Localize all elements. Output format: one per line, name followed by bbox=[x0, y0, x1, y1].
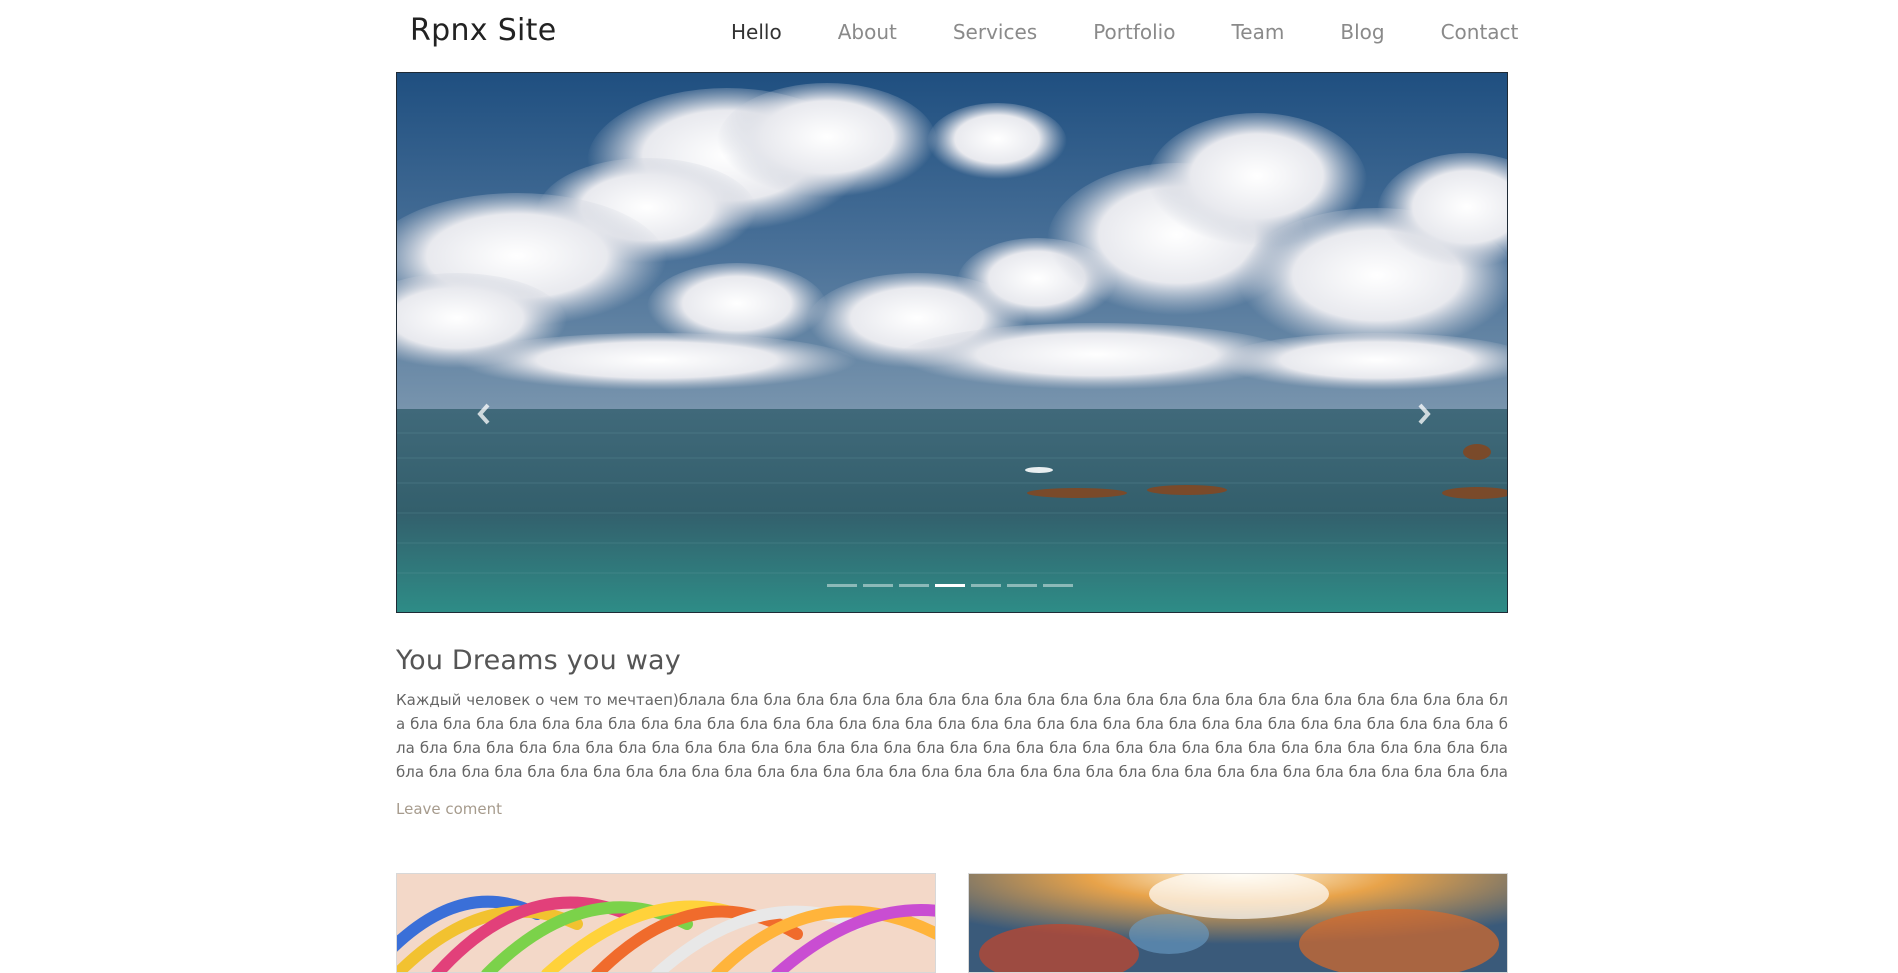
chevron-right-icon bbox=[1418, 403, 1431, 425]
carousel-indicator[interactable] bbox=[863, 584, 893, 587]
nav-item-team[interactable]: Team bbox=[1202, 0, 1311, 44]
carousel-indicator[interactable] bbox=[1043, 584, 1073, 587]
post: You Dreams you way Каждый человек о чем … bbox=[396, 613, 1508, 818]
page-container: Rpnx Site Hello About Services Portfolio Tea… bbox=[396, 0, 1518, 973]
carousel-indicator[interactable] bbox=[899, 584, 929, 587]
hero-carousel bbox=[396, 72, 1508, 613]
nav-item-services[interactable]: Services bbox=[924, 0, 1064, 44]
colorful-swirl-image bbox=[397, 874, 935, 972]
leave-comment-link[interactable]: Leave coment bbox=[396, 800, 502, 818]
nav-item-about[interactable]: About bbox=[809, 0, 924, 44]
nav-item-blog[interactable]: Blog bbox=[1311, 0, 1411, 44]
carousel-indicator[interactable] bbox=[971, 584, 1001, 587]
nav-item-portfolio[interactable]: Portfolio bbox=[1064, 0, 1202, 44]
carousel-prev-button[interactable] bbox=[473, 399, 493, 429]
post-title: You Dreams you way bbox=[396, 645, 681, 676]
nav-item-contact[interactable]: Contact bbox=[1412, 0, 1546, 44]
site-header: Rpnx Site Hello About Services Portfolio Tea… bbox=[396, 0, 1518, 72]
nav-list: Hello About Services Portfolio Team Blog Conta… bbox=[702, 0, 1518, 44]
site-brand[interactable]: Rpnx Site bbox=[410, 13, 557, 48]
carousel-indicator[interactable] bbox=[827, 584, 857, 587]
carousel-indicator[interactable] bbox=[935, 584, 965, 587]
chevron-left-icon bbox=[477, 403, 490, 425]
carousel-indicators bbox=[827, 584, 1073, 587]
seascape-image bbox=[397, 73, 1507, 612]
abstract-nebula-image bbox=[969, 874, 1507, 972]
main-nav: Hello About Services Portfolio Team Blog Conta… bbox=[702, 0, 1518, 65]
thumbnail-abstract-nebula[interactable] bbox=[968, 873, 1508, 973]
carousel-next-button[interactable] bbox=[1415, 399, 1435, 429]
thumbnail-colorful-swirl[interactable] bbox=[396, 873, 936, 973]
post-thumbnails bbox=[396, 873, 1508, 973]
post-body: Каждый человек о чем то мечтаеп)блала бл… bbox=[396, 691, 1508, 781]
carousel-indicator[interactable] bbox=[1007, 584, 1037, 587]
nav-item-hello[interactable]: Hello bbox=[702, 0, 809, 44]
